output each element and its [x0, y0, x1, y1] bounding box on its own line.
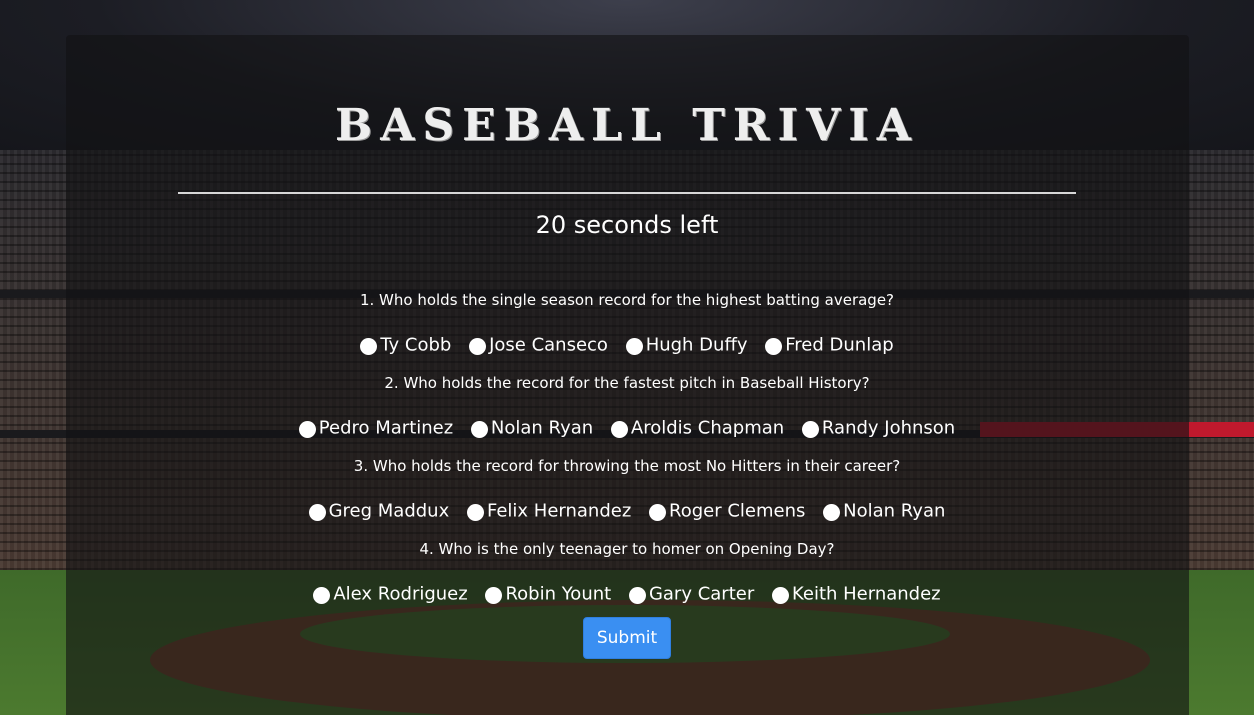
- radio-button[interactable]: [628, 586, 646, 604]
- radio-button[interactable]: [610, 420, 628, 438]
- answer-option[interactable]: Pedro Martinez: [298, 417, 453, 439]
- answer-option[interactable]: Robin Yount: [485, 583, 611, 605]
- radio-button[interactable]: [649, 503, 667, 521]
- radio-button[interactable]: [771, 586, 789, 604]
- question-1-text: 1. Who holds the single season record fo…: [359, 291, 895, 309]
- question-1-answers: Ty Cobb Jose Canseco Hugh Duffy Fred Dun…: [0, 334, 1254, 356]
- answer-option[interactable]: Ty Cobb: [360, 334, 451, 356]
- radio-button[interactable]: [313, 586, 331, 604]
- question-4-text: 4. Who is the only teenager to homer on …: [419, 540, 835, 558]
- question-3-answers: Greg Maddux Felix Hernandez Roger Clemen…: [0, 500, 1254, 522]
- answer-option[interactable]: Felix Hernandez: [466, 500, 631, 522]
- question-2-answers: Pedro Martinez Nolan Ryan Aroldis Chapma…: [0, 417, 1254, 439]
- question-2-text: 2. Who holds the record for the fastest …: [384, 374, 870, 392]
- answer-option[interactable]: Randy Johnson: [801, 417, 955, 439]
- submit-button[interactable]: Submit: [583, 617, 671, 659]
- radio-button[interactable]: [801, 420, 819, 438]
- answer-option[interactable]: Nolan Ryan: [823, 500, 945, 522]
- radio-button[interactable]: [298, 420, 316, 438]
- question-4-answers: Alex Rodriguez Robin Yount Gary Carter K…: [0, 583, 1254, 605]
- answer-option[interactable]: Keith Hernandez: [771, 583, 941, 605]
- answer-option[interactable]: Aroldis Chapman: [610, 417, 784, 439]
- question-3-text: 3. Who holds the record for throwing the…: [353, 457, 901, 475]
- radio-button[interactable]: [469, 337, 487, 355]
- answer-option[interactable]: Roger Clemens: [649, 500, 805, 522]
- radio-button[interactable]: [470, 420, 488, 438]
- countdown-timer: 20 seconds left: [535, 211, 719, 239]
- answer-option[interactable]: Gary Carter: [628, 583, 754, 605]
- radio-button[interactable]: [765, 337, 783, 355]
- radio-button[interactable]: [485, 586, 503, 604]
- radio-button[interactable]: [466, 503, 484, 521]
- title-divider: [178, 192, 1076, 194]
- page-title: BASEBALL TRIVIA: [335, 100, 919, 151]
- answer-option[interactable]: Nolan Ryan: [470, 417, 593, 439]
- answer-option[interactable]: Hugh Duffy: [625, 334, 748, 356]
- radio-button[interactable]: [823, 503, 841, 521]
- radio-button[interactable]: [308, 503, 326, 521]
- radio-button[interactable]: [625, 337, 643, 355]
- answer-option[interactable]: Alex Rodriguez: [313, 583, 468, 605]
- answer-option[interactable]: Fred Dunlap: [765, 334, 894, 356]
- radio-button[interactable]: [360, 337, 378, 355]
- answer-option[interactable]: Greg Maddux: [308, 500, 449, 522]
- answer-option[interactable]: Jose Canseco: [469, 334, 608, 356]
